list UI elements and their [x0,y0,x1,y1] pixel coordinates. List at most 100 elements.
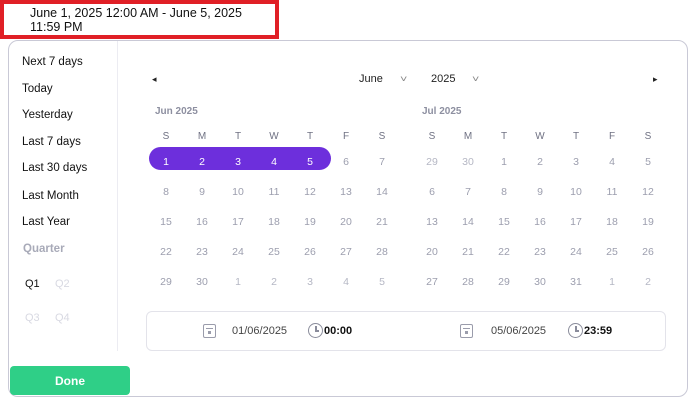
day-cell[interactable]: 16 [522,216,558,228]
day-cell[interactable]: 25 [256,246,292,258]
preset-last-30-days[interactable]: Last 30 days [22,162,87,174]
day-cell[interactable]: 12 [630,186,666,198]
end-time-field[interactable]: 23:59 [584,325,612,337]
day-cell[interactable]: 9 [522,186,558,198]
quarter-q4[interactable]: Q4 [55,312,70,324]
day-cell[interactable]: 4 [328,276,364,288]
quarter-heading: Quarter [23,243,65,255]
day-cell[interactable]: 13 [414,216,450,228]
preset-last-year[interactable]: Last Year [22,216,70,228]
weekday-label: S [378,130,386,142]
day-cell[interactable]: 29 [148,276,184,288]
day-cell[interactable]: 23 [522,246,558,258]
weekday-label: F [342,130,350,142]
day-cell[interactable]: 28 [364,246,400,258]
calendar-icon [460,324,473,338]
day-cell[interactable]: 4 [594,156,630,168]
day-cell[interactable]: 3 [292,276,328,288]
day-cell[interactable]: 26 [292,246,328,258]
day-cell[interactable]: 1 [594,276,630,288]
day-cell[interactable]: 11 [594,186,630,198]
day-cell[interactable]: 28 [450,276,486,288]
day-cell[interactable]: 24 [558,246,594,258]
day-cell[interactable]: 29 [486,276,522,288]
preset-next-7-days[interactable]: Next 7 days [22,56,83,68]
day-cell[interactable]: 19 [630,216,666,228]
day-cell[interactable]: 25 [594,246,630,258]
day-cell[interactable]: 23 [184,246,220,258]
day-cell[interactable]: 2 [184,156,220,168]
weekday-label: S [644,130,652,142]
quarter-q1[interactable]: Q1 [25,278,40,290]
day-cell[interactable]: 7 [450,186,486,198]
day-cell[interactable]: 2 [630,276,666,288]
day-cell[interactable]: 8 [486,186,522,198]
day-cell[interactable]: 4 [256,156,292,168]
day-cell[interactable]: 14 [364,186,400,198]
day-cell[interactable]: 29 [414,156,450,168]
day-cell[interactable]: 1 [486,156,522,168]
end-date-field[interactable]: 05/06/2025 [491,325,546,337]
preset-today[interactable]: Today [22,83,53,95]
day-cell[interactable]: 20 [328,216,364,228]
day-cell[interactable]: 1 [148,156,184,168]
day-cell[interactable]: 5 [292,156,328,171]
day-cell[interactable]: 20 [414,246,450,258]
day-cell[interactable]: 2 [522,156,558,168]
day-cell[interactable]: 3 [558,156,594,168]
day-cell[interactable]: 12 [292,186,328,198]
day-cell[interactable]: 16 [184,216,220,228]
day-cell[interactable]: 1 [220,276,256,288]
day-cell[interactable]: 10 [220,186,256,198]
day-cell[interactable]: 10 [558,186,594,198]
day-cell[interactable]: 22 [148,246,184,258]
quarter-q3[interactable]: Q3 [25,312,40,324]
day-cell[interactable]: 30 [450,156,486,168]
day-cell[interactable]: 24 [220,246,256,258]
week-row: 29 30 1 2 3 4 5 [148,267,400,297]
weekday-label: W [269,130,279,142]
preset-last-7-days[interactable]: Last 7 days [22,136,81,148]
day-cell[interactable]: 9 [184,186,220,198]
day-cell[interactable]: 27 [328,246,364,258]
day-cell[interactable]: 27 [414,276,450,288]
day-cell[interactable]: 31 [558,276,594,288]
day-cell[interactable]: 17 [558,216,594,228]
day-cell[interactable]: 3 [220,156,256,168]
day-cell[interactable]: 19 [292,216,328,228]
month-select[interactable]: June ˅ [359,73,407,85]
day-cell[interactable]: 2 [256,276,292,288]
preset-yesterday[interactable]: Yesterday [22,109,73,121]
preset-last-month[interactable]: Last Month [22,190,79,202]
next-month-icon[interactable]: ▸ [653,74,658,85]
day-cell[interactable]: 21 [450,246,486,258]
day-cell[interactable]: 8 [148,186,184,198]
day-cell[interactable]: 30 [522,276,558,288]
day-cell[interactable]: 11 [256,186,292,198]
day-cell[interactable]: 14 [450,216,486,228]
day-cell[interactable]: 13 [328,186,364,198]
date-range-input[interactable]: June 1, 2025 12:00 AM - June 5, 2025 11:… [0,0,279,39]
start-time-field[interactable]: 00:00 [324,325,352,337]
date-range-value: June 1, 2025 12:00 AM - June 5, 2025 11:… [30,5,242,34]
day-cell[interactable]: 6 [328,156,364,168]
day-cell[interactable]: 7 [364,156,400,168]
day-cell[interactable]: 15 [148,216,184,228]
day-cell[interactable]: 18 [256,216,292,228]
done-button[interactable]: Done [10,366,130,395]
day-cell[interactable]: 15 [486,216,522,228]
day-cell[interactable]: 21 [364,216,400,228]
quarter-q2[interactable]: Q2 [55,278,70,290]
start-date-field[interactable]: 01/06/2025 [232,325,287,337]
day-cell[interactable]: 30 [184,276,220,288]
day-cell[interactable]: 18 [594,216,630,228]
day-cell[interactable]: 17 [220,216,256,228]
day-cell[interactable]: 5 [630,156,666,168]
day-cell[interactable]: 26 [630,246,666,258]
prev-month-icon[interactable]: ◂ [152,74,157,85]
day-cell[interactable]: 22 [486,246,522,258]
year-select[interactable]: 2025 ˅ [431,73,480,85]
day-cell[interactable]: 5 [364,276,400,288]
day-cell[interactable]: 6 [414,186,450,198]
weekday-label: W [535,130,545,142]
